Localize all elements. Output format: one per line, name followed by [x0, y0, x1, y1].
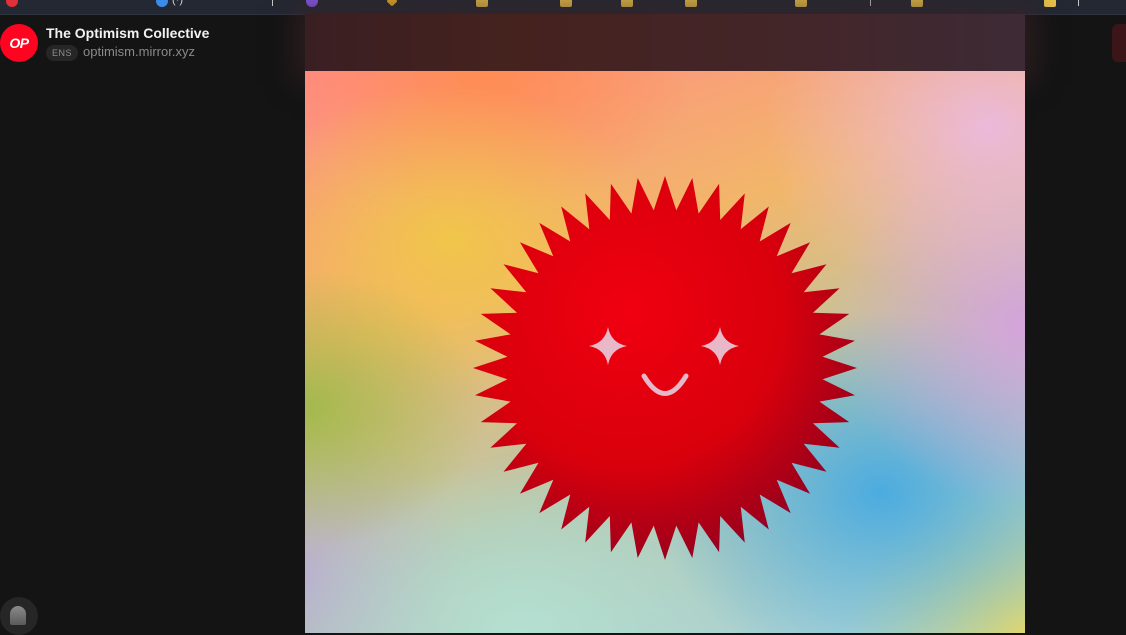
bookmark-favicon-icon[interactable]	[156, 0, 168, 7]
sun-mascot	[473, 176, 857, 560]
bookmark-favicon-icon[interactable]	[306, 0, 318, 7]
publication-domain[interactable]: optimism.mirror.xyz	[83, 44, 195, 59]
bookmark-favicon-icon[interactable]	[386, 0, 398, 7]
bookmark-folder-icon[interactable]	[685, 0, 697, 7]
tombstone-icon	[10, 606, 26, 625]
bookmark-separator	[1078, 0, 1079, 6]
corner-widget[interactable]	[0, 597, 38, 635]
ens-badge: ENS	[46, 45, 79, 61]
bookmark-folder-icon[interactable]	[1044, 0, 1056, 7]
bookmark-folder-icon[interactable]	[795, 0, 807, 7]
bookmark-separator	[870, 0, 871, 6]
bookmark-label[interactable]: (·)	[172, 0, 183, 6]
bookmark-favicon-icon[interactable]	[6, 0, 18, 7]
publication-header[interactable]: OP The Optimism Collective ENS optimism.…	[0, 20, 300, 68]
publication-title[interactable]: The Optimism Collective	[46, 25, 209, 41]
bookmark-folder-icon[interactable]	[621, 0, 633, 7]
hero-image	[305, 71, 1025, 633]
bookmark-separator	[272, 0, 273, 6]
subscribe-button[interactable]	[1112, 24, 1126, 62]
bookmarks-bar: (·)	[0, 0, 1126, 15]
header-backdrop	[305, 14, 1025, 71]
bookmark-folder-icon[interactable]	[560, 0, 572, 7]
sun-mascot-illustration	[473, 176, 857, 560]
bookmark-folder-icon[interactable]	[476, 0, 488, 7]
optimism-logo-icon[interactable]: OP	[0, 24, 38, 62]
bookmark-folder-icon[interactable]	[911, 0, 923, 7]
